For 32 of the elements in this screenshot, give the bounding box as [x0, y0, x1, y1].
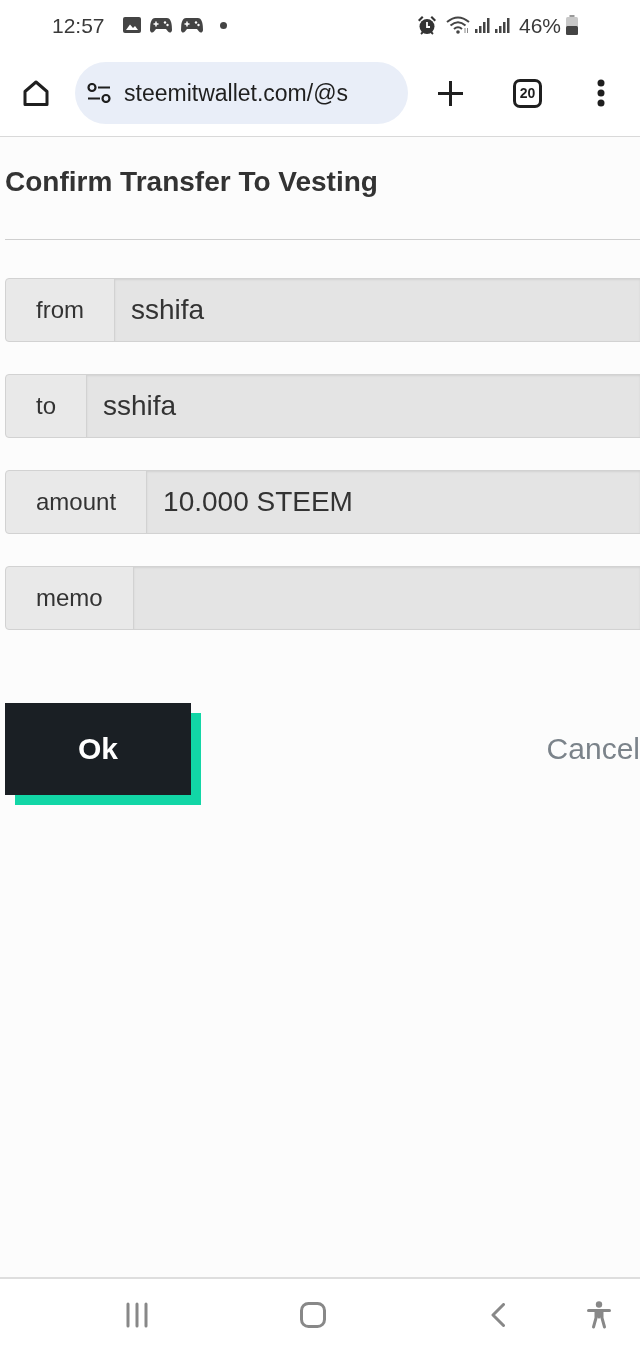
cancel-link[interactable]: Cancel [546, 731, 640, 767]
dot-icon [219, 21, 227, 29]
dialog-title: Confirm Transfer To Vesting [5, 165, 379, 199]
kebab-menu-icon[interactable] [597, 79, 605, 107]
field-label: memo [5, 566, 134, 630]
input-field[interactable] [132, 566, 640, 630]
wifi-icon [445, 16, 470, 34]
recent-apps-icon[interactable] [126, 1302, 148, 1328]
tab-switcher-button[interactable]: 20 [513, 78, 542, 108]
clock-time: 12:57 [52, 14, 105, 36]
signal-icon [474, 17, 490, 33]
input-field[interactable]: sshifa [86, 374, 640, 438]
input-field[interactable]: 10.000 STEEM [146, 470, 640, 534]
address-bar[interactable]: steemitwallet.com/@s [75, 62, 408, 124]
battery-percent: 46% [518, 14, 561, 36]
field-label: amount [5, 470, 148, 534]
signal-icon [494, 17, 510, 33]
gamepad-icon [149, 16, 172, 34]
input-field[interactable]: sshifa [114, 278, 640, 342]
field-label: to [5, 374, 87, 438]
back-icon[interactable] [491, 1303, 505, 1327]
field-label: from [5, 278, 115, 342]
home-icon[interactable] [22, 79, 50, 107]
gamepad-icon [180, 16, 203, 34]
primary-button[interactable]: Ok [5, 703, 201, 805]
plus-icon[interactable] [438, 80, 463, 106]
image-icon [122, 17, 141, 33]
alarm-icon [416, 15, 437, 35]
accessibility-icon[interactable] [587, 1301, 611, 1329]
tune-icon[interactable] [87, 83, 111, 103]
battery-icon [566, 15, 578, 35]
url-text: steemitwallet.com/@s [124, 81, 348, 105]
